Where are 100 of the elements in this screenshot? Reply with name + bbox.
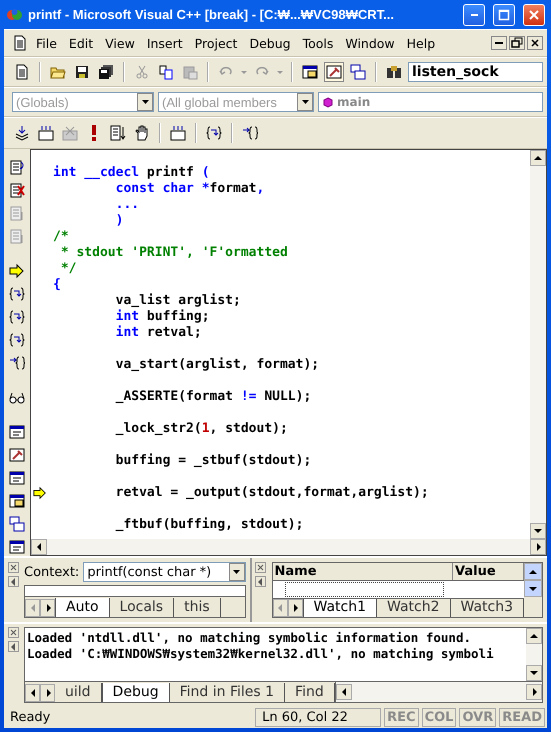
pane-tab[interactable]: Find in Files 1 (170, 683, 286, 702)
code-line: _lock_str2(1, stdout); (114, 421, 288, 437)
code-line: buffing = _stbuf(stdout); (114, 453, 312, 469)
close-icon (256, 563, 265, 572)
pane-close-button[interactable] (8, 627, 18, 638)
pane-dock-button[interactable] (255, 576, 266, 587)
code-line: /* (53, 229, 69, 245)
pane-close-button[interactable] (8, 562, 18, 573)
close-button[interactable] (523, 4, 545, 26)
step-braces-button[interactable] (7, 286, 27, 303)
pane-dock-button[interactable] (8, 641, 18, 652)
dropdown-arrow-icon (140, 98, 150, 106)
maximize-button[interactable] (493, 4, 515, 26)
menu-item[interactable]: File (32, 34, 61, 52)
cursor-position: Ln 60, Col 22 (255, 708, 382, 726)
windows-button[interactable] (7, 516, 27, 533)
exclamation-icon (92, 125, 96, 141)
scroll-right-button[interactable] (530, 539, 546, 555)
dropdown-arrow-icon (300, 98, 310, 106)
find-combo[interactable]: listen_sock (408, 62, 543, 82)
windows-button[interactable] (348, 62, 368, 82)
pane-tab[interactable]: Watch2 (377, 598, 450, 617)
menu-item[interactable]: Edit (64, 34, 98, 52)
pane-tab[interactable]: Locals (110, 598, 174, 617)
minimize-icon (495, 42, 503, 44)
document-restore-button[interactable] (509, 36, 525, 50)
binoculars-icon (386, 64, 402, 80)
document-cross-icon (9, 182, 25, 199)
menu-item[interactable]: Debug (245, 34, 295, 52)
pane-dock-button[interactable] (8, 576, 18, 587)
hammer-window-button[interactable] (324, 62, 344, 82)
scroll-down-button[interactable] (524, 580, 542, 597)
code-line: ) (114, 213, 124, 229)
app-logo-icon (6, 6, 22, 22)
scroll-right-button[interactable] (526, 684, 542, 700)
scroll-left-button[interactable] (31, 539, 47, 555)
copy-icon (158, 64, 174, 80)
pane-tab[interactable]: Watch1 (302, 598, 377, 617)
document-icon (12, 35, 28, 51)
braces-arrow-button[interactable] (7, 332, 27, 349)
tab-scroll-right-button[interactable] (40, 684, 55, 702)
context-combo[interactable]: printf(const char *) (83, 562, 246, 582)
menu-item[interactable]: Insert (142, 34, 187, 52)
menu-item[interactable]: Window (341, 34, 399, 52)
braces-icon (206, 125, 222, 141)
step-in-braces-button[interactable] (7, 354, 27, 372)
menu-item[interactable]: Tools (298, 34, 338, 52)
window-title: printf - Microsoft Visual C++ [break] - [C:₩...₩VC98₩CRT... (28, 7, 395, 22)
members-combo[interactable]: main (318, 92, 543, 112)
pane-tab[interactable]: this (174, 598, 221, 617)
braces-icon (9, 309, 25, 326)
code-line: retval = _output(stdout,format,arglist); (114, 485, 429, 501)
braces-arrow-icon (9, 332, 25, 348)
column-header[interactable]: Value (453, 563, 524, 580)
scissors-icon (134, 64, 150, 80)
grid-button[interactable] (36, 123, 56, 143)
scroll-down-button[interactable] (526, 665, 542, 681)
close-icon (8, 563, 18, 572)
step-in-braces-icon (242, 125, 258, 141)
restore-icon (511, 37, 523, 49)
menu-item[interactable]: View (101, 34, 139, 52)
tab-scroll-right-button[interactable] (288, 599, 302, 617)
document-minimize-button[interactable] (491, 36, 507, 50)
menu-item[interactable]: Help (402, 34, 440, 52)
scroll-left-button[interactable] (336, 684, 352, 700)
code-line: const char *format, (114, 181, 264, 197)
watch-entry-row[interactable] (284, 582, 444, 597)
code-line: _ASSERTE(format != NULL); (114, 389, 312, 405)
braces-button[interactable] (7, 308, 27, 326)
document-check-icon (9, 228, 25, 245)
document-arrow-icon (9, 160, 25, 176)
step-braces-icon (9, 286, 25, 302)
scroll-up-button[interactable] (530, 150, 546, 166)
document-lines-icon (9, 206, 25, 222)
floppy-disks-button[interactable] (96, 62, 116, 82)
scroll-down-button[interactable] (530, 523, 546, 539)
code-line: va_start(arglist, format); (114, 357, 320, 373)
pane-tab[interactable]: Auto (55, 598, 110, 617)
grid-cross-icon (62, 125, 78, 141)
document-close-button[interactable] (527, 36, 543, 50)
column-header[interactable]: Name (272, 563, 453, 580)
tab-scroll-right-button[interactable] (40, 599, 55, 617)
pane-tab[interactable]: Debug (102, 683, 170, 702)
grid-button[interactable] (168, 123, 188, 143)
scroll-up-button[interactable] (524, 563, 542, 580)
scroll-up-button[interactable] (526, 628, 542, 644)
minimize-button[interactable] (463, 4, 485, 26)
list-arrow-button[interactable] (108, 123, 128, 143)
pane-tab[interactable]: Watch3 (450, 598, 524, 617)
pane-close-button[interactable] (255, 562, 266, 573)
step-in-braces-icon (9, 355, 25, 372)
status-indicator: OVR (459, 708, 496, 726)
left-triangle-icon (256, 576, 265, 586)
dropdown-arrow-icon (232, 568, 241, 576)
grid-icon (170, 125, 186, 141)
tab-scroll-left-button[interactable] (25, 684, 40, 702)
menu-item[interactable]: Project (190, 34, 242, 52)
right-arrow-icon (9, 263, 25, 280)
code-line: int buffing; (114, 309, 210, 325)
cube-icon (323, 96, 333, 108)
